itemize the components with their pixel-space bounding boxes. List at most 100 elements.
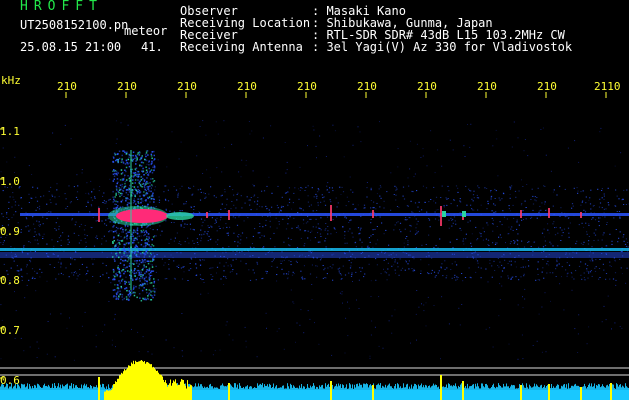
noise-pixel — [356, 299, 357, 301]
file-name: UT2508152100.pn — [20, 18, 129, 32]
noise-pixel — [541, 271, 543, 273]
noise-pixel — [516, 228, 518, 230]
baseline-bar — [320, 386, 321, 390]
amplitude-spike — [610, 383, 612, 400]
baseline-bar — [200, 384, 201, 390]
baseline-bar — [444, 387, 445, 390]
noise-pixel — [324, 229, 326, 231]
noise-pixel — [588, 223, 590, 225]
noise-pixel — [445, 277, 447, 279]
noise-pixel — [439, 238, 441, 240]
noise-pixel — [619, 217, 621, 219]
noise-pixel — [575, 270, 577, 272]
echo-spread — [151, 151, 153, 153]
noise-pixel — [545, 154, 547, 156]
noise-pixel — [259, 226, 261, 227]
echo-spread — [136, 227, 139, 229]
noise-pixel — [542, 259, 544, 260]
noise-pixel — [383, 233, 385, 235]
noise-pixel — [563, 309, 565, 311]
noise-pixel — [564, 216, 566, 218]
noise-pixel — [232, 189, 234, 191]
amplitude-spike — [228, 383, 230, 400]
noise-pixel — [38, 347, 40, 349]
baseline-bar — [434, 385, 435, 390]
echo-spread — [116, 274, 119, 276]
baseline-bar — [213, 388, 214, 390]
baseline-bar — [60, 384, 61, 390]
echo-spread — [117, 172, 119, 174]
noise-pixel — [149, 201, 151, 203]
noise-pixel — [402, 186, 405, 188]
noise-pixel — [283, 259, 285, 261]
baseline-bar — [325, 383, 326, 390]
noise-pixel — [366, 246, 369, 248]
noise-pixel — [580, 204, 582, 206]
noise-pixel — [155, 206, 157, 207]
noise-pixel — [585, 202, 587, 204]
noise-pixel — [293, 217, 295, 219]
baseline-bar — [203, 388, 204, 390]
noise-pixel — [173, 240, 175, 242]
noise-pixel — [418, 230, 419, 232]
baseline-bar — [295, 388, 296, 390]
echo-spread — [134, 268, 136, 270]
noise-pixel — [38, 224, 39, 226]
baseline-bar — [5, 386, 6, 390]
noise-pixel — [477, 209, 479, 211]
noise-pixel — [377, 239, 379, 241]
noise-pixel — [527, 242, 529, 243]
noise-pixel — [73, 359, 75, 361]
echo-spread — [121, 159, 123, 162]
y-tick-label: 0.7 — [0, 324, 20, 337]
baseline-bar — [556, 385, 557, 390]
echo-spread — [117, 153, 119, 155]
baseline-bar — [107, 389, 108, 390]
baseline-bar — [493, 383, 494, 390]
noise-pixel — [523, 246, 526, 248]
noise-pixel — [225, 278, 227, 279]
echo-spread — [125, 260, 127, 262]
x-tick-label: 210 — [417, 80, 437, 93]
noise-pixel — [226, 232, 228, 234]
echo-spread — [148, 249, 150, 252]
noise-pixel — [203, 233, 205, 235]
baseline-bar — [267, 384, 268, 390]
noise-pixel — [485, 238, 487, 240]
baseline-bar — [261, 384, 262, 390]
meteor-ping — [548, 208, 550, 218]
amplitude-bar — [150, 364, 151, 400]
baseline-bar — [453, 385, 454, 390]
noise-pixel — [120, 330, 122, 332]
noise-pixel — [496, 138, 498, 140]
noise-pixel — [522, 307, 524, 309]
echo-spread — [150, 299, 153, 301]
noise-pixel — [487, 244, 489, 245]
noise-pixel — [219, 349, 221, 351]
amplitude-bar — [136, 361, 137, 400]
baseline-bar — [221, 385, 222, 390]
noise-pixel — [210, 225, 212, 227]
baseline-bar — [28, 388, 29, 390]
baseline-bar — [202, 386, 203, 390]
echo-spread — [119, 293, 121, 296]
noise-pixel — [296, 261, 298, 263]
noise-pixel — [299, 324, 301, 326]
baseline-bar — [447, 387, 448, 390]
noise-pixel — [609, 265, 611, 267]
noise-pixel — [511, 276, 513, 278]
baseline-bar — [346, 384, 347, 390]
noise-pixel — [73, 272, 75, 274]
noise-pixel — [395, 272, 397, 274]
noise-pixel — [91, 199, 94, 201]
baseline-bar — [401, 388, 402, 390]
baseline-bar — [83, 385, 84, 390]
echo-spread — [148, 293, 150, 296]
noise-pixel — [403, 198, 406, 200]
noise-pixel — [518, 190, 520, 192]
noise-pixel — [245, 164, 247, 166]
noise-pixel — [225, 324, 227, 326]
noise-pixel — [480, 233, 482, 235]
noise-pixel — [317, 241, 319, 243]
noise-pixel — [223, 270, 225, 272]
